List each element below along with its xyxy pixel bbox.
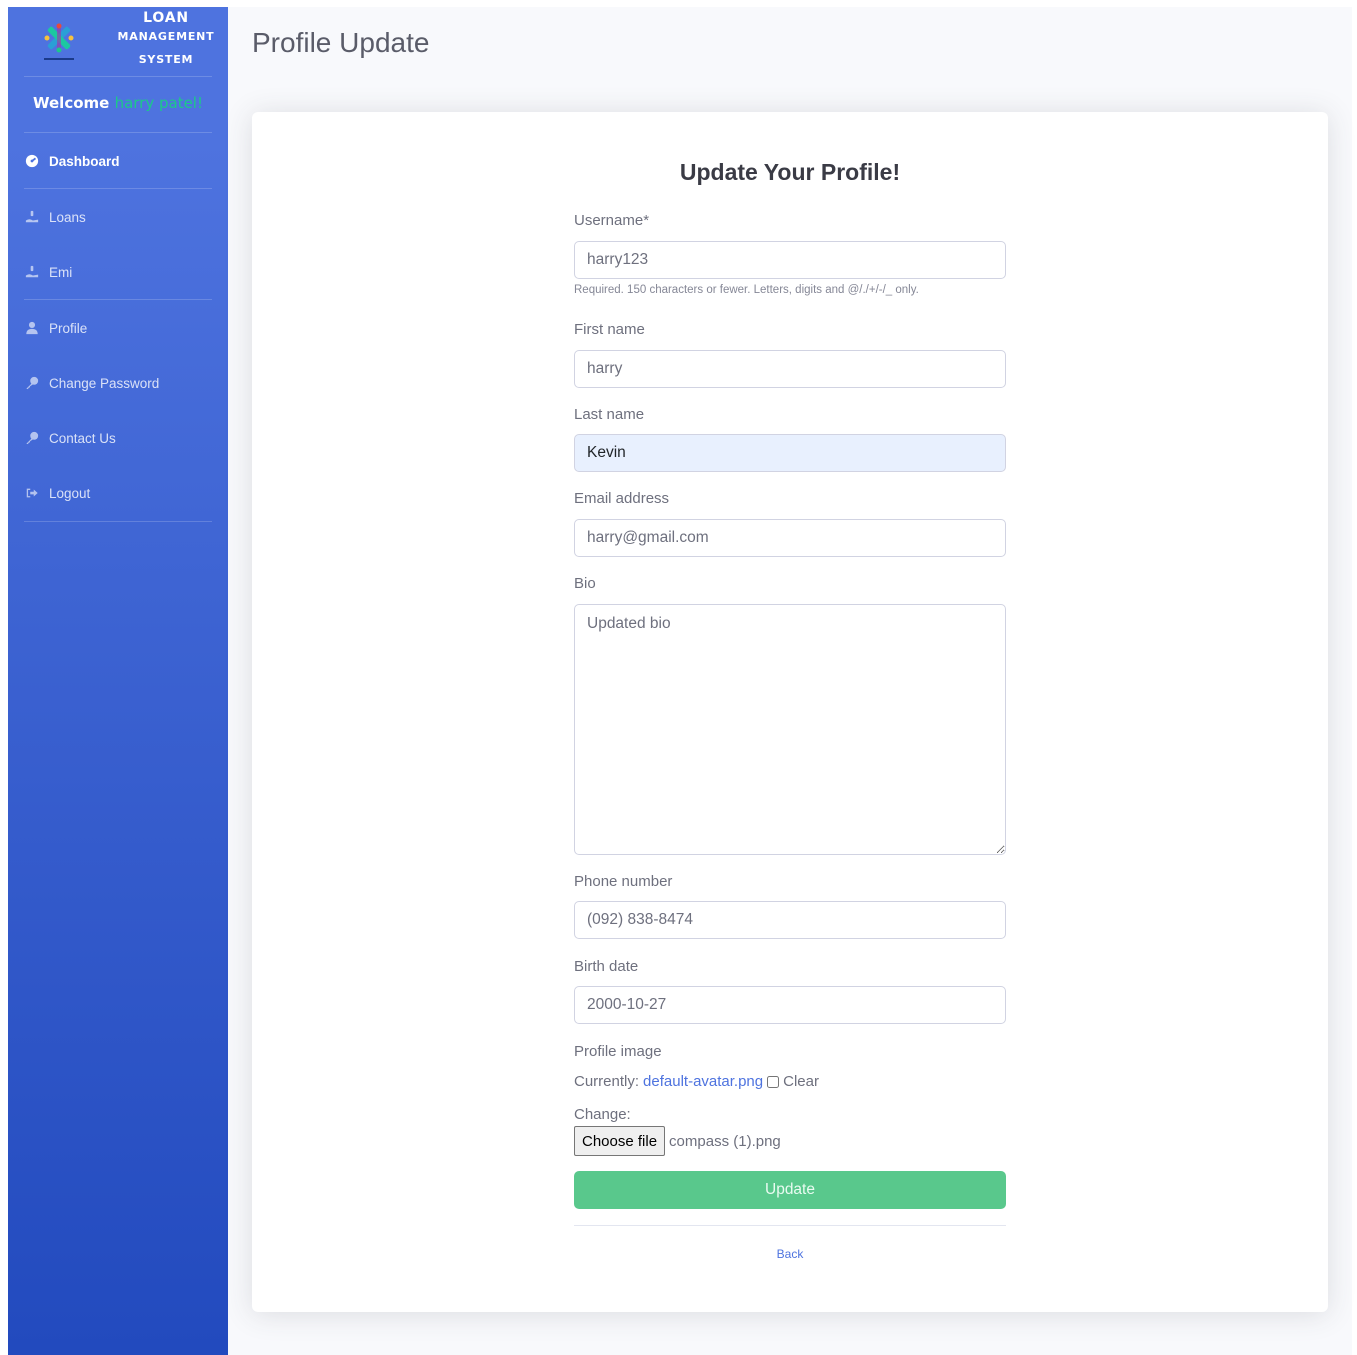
- company-logo-icon: [44, 23, 74, 60]
- username-help-text: Required. 150 characters or fewer. Lette…: [574, 284, 919, 296]
- clear-image-checkbox[interactable]: [767, 1075, 780, 1088]
- username-label: Username*: [574, 212, 650, 229]
- current-image-link[interactable]: default-avatar.png: [643, 1073, 763, 1090]
- sidebar-item-profile[interactable]: Profile: [24, 308, 214, 348]
- bio-label: Bio: [574, 575, 596, 592]
- form-divider: [574, 1225, 1006, 1226]
- welcome-label: Welcome: [33, 94, 110, 112]
- chosen-file-name: compass (1).png: [669, 1132, 781, 1150]
- username-input[interactable]: [574, 241, 1006, 279]
- welcome-username: harry patel!: [114, 94, 203, 112]
- hand-holding-dollar-icon: [24, 264, 40, 280]
- birth-date-input[interactable]: [574, 986, 1006, 1024]
- sidebar-divider: [24, 299, 212, 300]
- sidebar-divider: [24, 188, 212, 189]
- phone-input[interactable]: [574, 901, 1006, 939]
- page-title: Profile Update: [252, 27, 430, 58]
- tachometer-icon: [24, 153, 40, 169]
- sidebar-item-label: Loans: [49, 209, 86, 225]
- key-icon: [24, 375, 40, 391]
- sidebar-item-label: Contact Us: [49, 430, 116, 446]
- update-button[interactable]: Update: [574, 1171, 1006, 1209]
- welcome-message: Welcome harry patel!: [8, 94, 228, 112]
- brand-name: LOAN MANAGEMENT SYSTEM: [112, 9, 220, 73]
- sidebar-item-label: Emi: [49, 264, 73, 280]
- user-icon: [24, 320, 40, 336]
- file-input[interactable]: Choose file compass (1).png: [574, 1126, 781, 1156]
- hand-holding-dollar-icon: [24, 209, 40, 225]
- email-label: Email address: [574, 490, 670, 507]
- sidebar-item-change-password[interactable]: Change Password: [24, 363, 214, 403]
- key-icon: [24, 430, 40, 446]
- sidebar: LOAN MANAGEMENT SYSTEM Welcome harry pat…: [8, 7, 228, 1355]
- sign-out-icon: [24, 485, 40, 501]
- brand-line-3: SYSTEM: [138, 53, 194, 66]
- sidebar-item-emi[interactable]: Emi: [24, 252, 214, 292]
- sidebar-brand[interactable]: LOAN MANAGEMENT SYSTEM: [8, 7, 228, 75]
- first-name-input[interactable]: [574, 350, 1006, 388]
- sidebar-item-logout[interactable]: Logout: [24, 473, 214, 513]
- profile-card: Update Your Profile! Username* Required.…: [252, 112, 1328, 1312]
- sidebar-divider: [24, 76, 212, 77]
- choose-file-button[interactable]: Choose file: [574, 1126, 666, 1156]
- sidebar-divider: [24, 132, 212, 133]
- currently-label: Currently:: [574, 1073, 640, 1090]
- brand-line-1: LOAN: [143, 10, 189, 26]
- last-name-label: Last name: [574, 406, 645, 423]
- email-input[interactable]: [574, 519, 1006, 557]
- sidebar-item-contact-us[interactable]: Contact Us: [24, 418, 214, 458]
- sidebar-item-label: Change Password: [49, 375, 160, 391]
- change-label: Change:: [574, 1106, 631, 1123]
- brand-line-2: MANAGEMENT: [117, 30, 215, 43]
- back-link[interactable]: Back: [574, 1247, 1006, 1261]
- sidebar-item-loans[interactable]: Loans: [24, 197, 214, 237]
- clear-label: Clear: [783, 1073, 819, 1090]
- profile-image-label: Profile image: [574, 1043, 662, 1060]
- current-image-row: Currently: default-avatar.png Clear: [574, 1073, 819, 1090]
- birth-date-label: Birth date: [574, 958, 639, 975]
- sidebar-item-dashboard[interactable]: Dashboard: [24, 141, 214, 181]
- sidebar-item-label: Dashboard: [49, 153, 120, 169]
- last-name-input[interactable]: [574, 434, 1006, 472]
- first-name-label: First name: [574, 321, 645, 338]
- sidebar-item-label: Profile: [49, 320, 88, 336]
- sidebar-item-label: Logout: [49, 485, 91, 501]
- bio-textarea[interactable]: Updated bio: [574, 604, 1006, 855]
- phone-label: Phone number: [574, 873, 673, 890]
- sidebar-divider: [24, 521, 212, 522]
- form-heading: Update Your Profile!: [679, 159, 901, 185]
